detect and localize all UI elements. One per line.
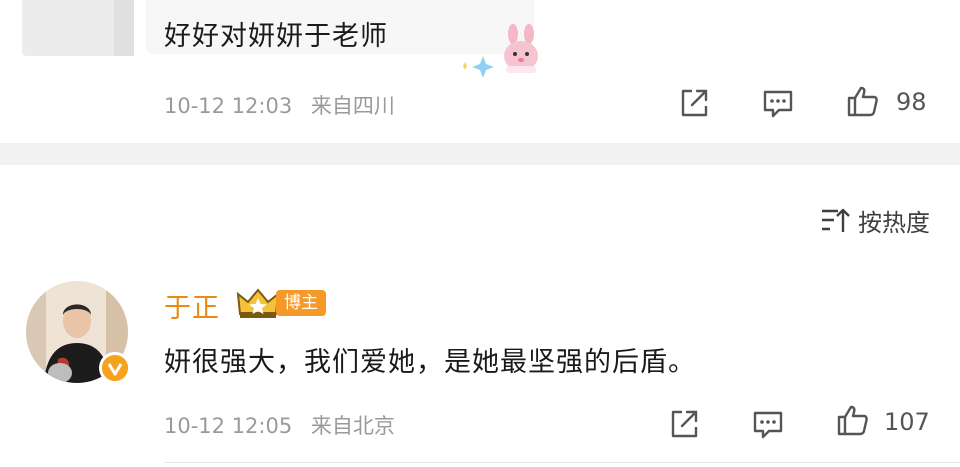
like-icon[interactable] bbox=[836, 403, 870, 437]
comment-location: 来自四川 bbox=[310, 94, 395, 118]
section-divider bbox=[0, 143, 960, 165]
author-badge-label: 博主 bbox=[276, 290, 326, 316]
comment-text: 妍很强大，我们爱她，是她最坚强的后盾。 bbox=[164, 347, 696, 378]
comment-icon[interactable] bbox=[751, 407, 785, 441]
author-badge: 博主 bbox=[236, 286, 328, 320]
comment-meta: 10-12 12:03 来自四川 bbox=[164, 90, 395, 120]
like-count: 98 bbox=[896, 88, 927, 116]
crown-icon bbox=[236, 288, 280, 318]
share-icon[interactable] bbox=[677, 86, 711, 120]
verified-icon bbox=[99, 352, 131, 384]
sort-label: 按热度 bbox=[858, 208, 930, 237]
sort-by-hot-button[interactable]: 按热度 bbox=[820, 203, 930, 237]
comment-icon[interactable] bbox=[761, 86, 795, 120]
like-count: 107 bbox=[884, 408, 930, 436]
bunny-sticker-icon bbox=[504, 24, 538, 73]
comment-text: 好好对妍妍于老师 bbox=[164, 21, 388, 52]
sort-icon bbox=[822, 208, 850, 232]
comment-time: 10-12 12:05 bbox=[164, 414, 293, 438]
like-icon[interactable] bbox=[846, 84, 880, 118]
username[interactable]: 于正 bbox=[164, 286, 220, 325]
comment-bubble[interactable]: 好好对妍妍于老师 bbox=[146, 0, 534, 54]
bottom-divider bbox=[164, 462, 960, 463]
comment-meta: 10-12 12:05 来自北京 bbox=[164, 410, 395, 440]
image-thumbnail[interactable] bbox=[22, 0, 134, 56]
comment-time: 10-12 12:03 bbox=[164, 94, 293, 118]
sparkle-icon bbox=[463, 56, 494, 78]
comment-location: 来自北京 bbox=[310, 414, 395, 438]
top-comment: 好好对妍妍于老师 10-12 12:03 来自四川 98 bbox=[0, 0, 960, 140]
share-icon[interactable] bbox=[667, 407, 701, 441]
